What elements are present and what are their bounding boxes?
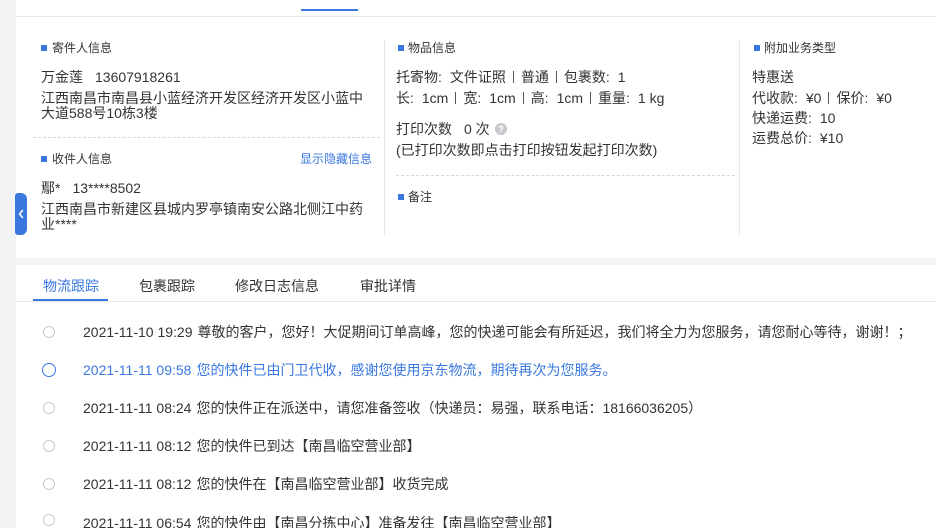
tab-approval-details[interactable]: 审批详情 [360, 276, 416, 296]
cargo-value: 文件证照 [449, 69, 506, 85]
goods-section-title: 物品信息 [408, 41, 457, 55]
tracking-card: 物流跟踪 包裹跟踪 修改日志信息 审批详情 2021-11-10 19:29 尊敬… [16, 265, 936, 528]
section-bullet [41, 156, 47, 162]
remarks-section-title: 备注 [408, 190, 433, 204]
freight-value: 10 [819, 110, 836, 126]
receiver-name: 鄢* [41, 180, 61, 196]
collapse-handle[interactable] [15, 193, 27, 235]
separator [522, 92, 524, 104]
freight-label: 快递运费: [752, 110, 812, 126]
timeline-time: 2021-11-10 19:29 [83, 324, 193, 340]
dashed-divider [33, 137, 380, 138]
cod-label: 代收款: [752, 90, 798, 106]
timeline-dot [43, 440, 55, 452]
timeline-dot [43, 514, 55, 526]
weight-label: 重量: [598, 90, 630, 106]
order-info-card: 寄件人信息 万金莲 13607918261 江西南昌市南昌县小蓝经济开发区经济开… [16, 0, 936, 258]
goods-cargo-row: 托寄物: 文件证照 普通 包裹数: 1 [396, 69, 626, 85]
tallness-value: 1cm [556, 90, 584, 106]
packages-label: 包裹数: [563, 69, 610, 85]
cod-value: ¥0 [805, 90, 822, 106]
breadth-value: 1cm [489, 90, 516, 106]
weight-value: 1 kg [637, 90, 665, 106]
insured-label: 保价: [836, 90, 869, 106]
length-label: 长: [396, 90, 414, 106]
separator [828, 92, 830, 104]
tab-bar-border [16, 301, 936, 302]
sender-phone: 13607918261 [95, 69, 181, 85]
top-tab-active-indicator [301, 9, 358, 11]
packages-value: 1 [617, 69, 626, 85]
timeline-text: 您的快件已由门卫代收，感谢您使用京东物流，期待再次为您服务。 [196, 362, 617, 378]
timeline-item: 2021-11-10 19:29 尊敬的客户，您好！大促期间订单高峰，您的快递可能… [83, 322, 912, 342]
timeline-item: 2021-11-11 08:24 您的快件正在派送中，请您准备签收（快递员：易强，… [83, 398, 702, 418]
freight-row: 快递运费: 10 [752, 110, 835, 126]
timeline-item: 2021-11-11 08:12 您的快件已到达【南昌临空营业部】 [83, 436, 420, 456]
section-bullet [398, 194, 404, 200]
timeline-text: 尊敬的客户，您好！大促期间订单高峰，您的快递可能会有所延迟，我们将全力为您服务，… [197, 324, 912, 340]
timeline-text: 您的快件在【南昌临空营业部】收货完成 [196, 476, 449, 492]
separator [590, 92, 592, 104]
print-count-note: (已打印次数即点击打印按钮发起打印次数) [396, 142, 658, 158]
question-circle-icon[interactable] [494, 123, 507, 135]
separator [555, 71, 557, 83]
timeline-item: 2021-11-11 08:12 您的快件在【南昌临空营业部】收货完成 [83, 474, 448, 494]
show-hidden-info-link[interactable]: 显示隐藏信息 [296, 151, 372, 167]
receiver-address: 江西南昌市新建区县城内罗亭镇南安公路北侧江中药业**** [41, 201, 363, 232]
chevron-left-icon [17, 209, 25, 219]
tab-logistics-tracking[interactable]: 物流跟踪 [43, 276, 99, 296]
total-row: 运费总价: ¥10 [752, 130, 843, 146]
timeline-text: 您的快件正在派送中，请您准备签收（快递员：易强，联系电话：18166036205… [196, 400, 703, 416]
timeline-time: 2021-11-11 08:12 [83, 476, 192, 492]
breadth-label: 宽: [463, 90, 482, 106]
receiver-phone: 13****8502 [72, 180, 141, 196]
timeline-dot [43, 478, 55, 490]
print-count-value: 0 次 [464, 121, 490, 137]
section-bullet [398, 45, 404, 51]
sender-section-title: 寄件人信息 [52, 41, 113, 55]
separator [512, 71, 514, 83]
extra-services-section-title: 附加业务类型 [764, 41, 837, 55]
print-count-row: 打印次数 0 次 [396, 121, 507, 137]
timeline-dot [43, 402, 55, 414]
timeline-text: 您的快件已到达【南昌临空营业部】 [196, 438, 421, 454]
service-type: 特惠送 [752, 69, 794, 85]
tallness-label: 高: [530, 90, 549, 106]
timeline-time: 2021-11-11 09:58 [83, 362, 192, 378]
total-label: 运费总价: [752, 130, 812, 146]
sender-address: 江西南昌市南昌县小蓝经济开发区经济开发区小蓝中大道588号10栋3楼 [41, 90, 363, 121]
section-bullet [754, 45, 760, 51]
timeline-dot [42, 363, 56, 377]
tab-change-log[interactable]: 修改日志信息 [235, 276, 319, 296]
tab-package-tracking[interactable]: 包裹跟踪 [139, 276, 195, 296]
dashed-divider [396, 175, 735, 176]
section-bullet [41, 45, 47, 51]
separator [455, 92, 457, 104]
top-tab-bar-border [16, 16, 936, 17]
sender-name: 万金莲 [41, 69, 83, 85]
sender-contact: 万金莲 13607918261 [41, 69, 181, 85]
total-value: ¥10 [819, 130, 844, 146]
timeline-time: 2021-11-11 08:12 [83, 438, 192, 454]
cargo-label: 托寄物: [396, 69, 442, 85]
receiver-contact: 鄢* 13****8502 [41, 180, 141, 196]
service-level: 普通 [520, 69, 549, 85]
insured-value: ¥0 [876, 90, 892, 106]
timeline-time: 2021-11-11 08:24 [83, 400, 192, 416]
timeline-item: 2021-11-11 06:54 您的快件由【南昌分拣中心】准备发往【南昌临空营业… [83, 513, 560, 528]
length-value: 1cm [421, 90, 449, 106]
timeline-item: 2021-11-11 09:58 您的快件已由门卫代收，感谢您使用京东物流，期待再… [83, 360, 616, 380]
goods-dimension-row: 长: 1cm 宽: 1cm 高: 1cm 重量: 1 kg [396, 90, 664, 106]
timeline-time: 2021-11-11 06:54 [83, 515, 192, 528]
column-divider [384, 40, 385, 236]
column-divider [739, 40, 740, 236]
receiver-section-title: 收件人信息 [52, 152, 113, 166]
timeline-text: 您的快件由【南昌分拣中心】准备发往【南昌临空营业部】 [196, 515, 561, 528]
timeline-dot [43, 326, 55, 338]
print-count-label: 打印次数 [396, 121, 452, 137]
cod-insured-row: 代收款: ¥0 保价: ¥0 [752, 90, 892, 106]
